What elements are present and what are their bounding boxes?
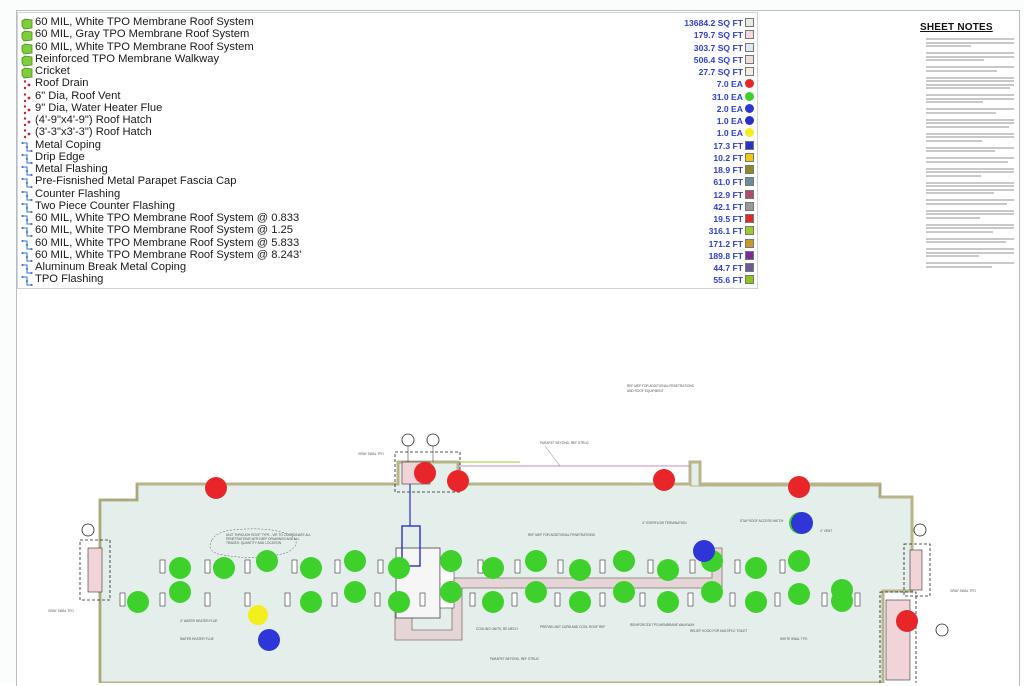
svg-text:GRAY SWAL TPO: GRAY SWAL TPO (48, 609, 74, 613)
roof-drain-marker[interactable] (653, 469, 675, 491)
water-heater-flue-marker[interactable] (258, 629, 280, 651)
roof-vent-marker[interactable] (745, 591, 767, 613)
svg-text:GRAY SWAL TPO: GRAY SWAL TPO (358, 452, 384, 456)
roof-vent-marker[interactable] (127, 591, 149, 613)
equipment-curb[interactable] (244, 559, 251, 574)
roof-vent-marker[interactable] (388, 557, 410, 579)
roof-vent-marker[interactable] (613, 581, 635, 603)
roof-vent-marker[interactable] (300, 557, 322, 579)
equipment-curb[interactable] (514, 559, 521, 574)
roof-drain-marker[interactable] (205, 477, 227, 499)
equipment-curb[interactable] (419, 592, 426, 607)
svg-text:RELIEF HOOD FOR MULTIPLE TOILE: RELIEF HOOD FOR MULTIPLE TOILET (690, 629, 747, 633)
roof-drain-marker[interactable] (896, 610, 918, 632)
equipment-curb[interactable] (687, 592, 694, 607)
roof-vent-marker[interactable] (482, 557, 504, 579)
equipment-curb[interactable] (821, 592, 828, 607)
equipment-curb[interactable] (331, 592, 338, 607)
equipment-curb[interactable] (377, 559, 384, 574)
roof-vent-marker[interactable] (344, 581, 366, 603)
svg-text:REINFORCED TPO MEMBRANE WALKWA: REINFORCED TPO MEMBRANE WALKWAY (630, 623, 695, 627)
equipment-curb[interactable] (159, 592, 166, 607)
roof-vent-marker[interactable] (788, 550, 810, 572)
equipment-curb[interactable] (774, 592, 781, 607)
equipment-curb[interactable] (854, 592, 861, 607)
roof-vent-marker[interactable] (344, 550, 366, 572)
roof-vent-marker[interactable] (657, 559, 679, 581)
roof-vent-marker[interactable] (256, 550, 278, 572)
roof-vent-marker[interactable] (213, 557, 235, 579)
roof-vent-marker[interactable] (300, 591, 322, 613)
gray-tpo-area[interactable] (87, 547, 103, 593)
svg-text:STAY ROOF ACCESS HATCH: STAY ROOF ACCESS HATCH (740, 519, 784, 523)
equipment-curb[interactable] (599, 559, 606, 574)
equipment-curb[interactable] (639, 592, 646, 607)
svg-text:REF MEP FOR ADDITIONAL PENETRA: REF MEP FOR ADDITIONAL PENETRATIONS (627, 384, 694, 388)
roof-hatch-marker[interactable] (248, 605, 268, 625)
roof-drain-marker[interactable] (447, 470, 469, 492)
equipment-curb[interactable] (374, 592, 381, 607)
svg-text:4" VENT: 4" VENT (820, 529, 832, 533)
roof-vent-marker[interactable] (169, 557, 191, 579)
svg-text:AND ROOF EQUIPMENT: AND ROOF EQUIPMENT (627, 389, 664, 393)
svg-text:WHITE SWAL TPO: WHITE SWAL TPO (780, 637, 808, 641)
svg-text:REF MEP FOR ADDITIONAL PENETRA: REF MEP FOR ADDITIONAL PENETRATIONS (528, 533, 595, 537)
equipment-curb[interactable] (557, 559, 564, 574)
gray-tpo-area[interactable] (909, 549, 923, 591)
roof-drain-marker[interactable] (788, 476, 810, 498)
roof-vent-marker[interactable] (169, 581, 191, 603)
drawing-canvas[interactable]: 60 MIL, White TPO Membrane Roof System 13… (0, 0, 1024, 686)
roof-vent-marker[interactable] (613, 550, 635, 572)
svg-text:GRAY SWAL TPO: GRAY SWAL TPO (950, 589, 976, 593)
equipment-curb[interactable] (291, 559, 298, 574)
roof-vent-marker[interactable] (657, 591, 679, 613)
svg-text:TRADES; QUANTITY AND LOCATION: TRADES; QUANTITY AND LOCATION (226, 541, 282, 545)
svg-text:PREFAB UNIT CURB AND COOL ROOF: PREFAB UNIT CURB AND COOL ROOF REF (540, 625, 605, 629)
svg-text:COOLING UNITS, RE MECH: COOLING UNITS, RE MECH (476, 627, 518, 631)
roof-drain-marker[interactable] (414, 462, 436, 484)
svg-text:PARAPET BEYOND, REF STRUC: PARAPET BEYOND, REF STRUC (540, 441, 590, 445)
roof-vent-marker[interactable] (745, 557, 767, 579)
equipment-curb[interactable] (469, 592, 476, 607)
roof-vent-marker[interactable] (525, 581, 547, 603)
equipment-curb[interactable] (244, 592, 251, 607)
roof-vent-marker[interactable] (788, 583, 810, 605)
svg-text:4" OVERFLOW TERMINATION: 4" OVERFLOW TERMINATION (642, 521, 687, 525)
equipment-curb[interactable] (647, 559, 654, 574)
roof-vent-marker[interactable] (569, 559, 591, 581)
svg-text:WATER HEATER FLUE: WATER HEATER FLUE (180, 637, 214, 641)
svg-text:4" WATER HEATER FLUE: 4" WATER HEATER FLUE (180, 619, 218, 623)
equipment-curb[interactable] (689, 559, 696, 574)
equipment-curb[interactable] (119, 592, 126, 607)
equipment-curb[interactable] (554, 592, 561, 607)
roof-vent-marker[interactable] (701, 581, 723, 603)
roof-vent-marker[interactable] (440, 550, 462, 572)
roof-vent-marker[interactable] (440, 581, 462, 603)
roof-vent-marker[interactable] (831, 579, 853, 601)
equipment-curb[interactable] (779, 559, 786, 574)
roof-plan-drawing[interactable]: REF MEP FOR ADDITIONAL PENETRATIONS AND … (0, 0, 1024, 683)
equipment-curb[interactable] (334, 559, 341, 574)
equipment-curb[interactable] (204, 559, 211, 574)
svg-text:PARAPET BEYOND, REF STRUC: PARAPET BEYOND, REF STRUC (490, 657, 540, 661)
equipment-curb[interactable] (511, 592, 518, 607)
water-heater-flue-marker[interactable] (693, 540, 715, 562)
equipment-curb[interactable] (204, 592, 211, 607)
water-heater-flue-marker[interactable] (791, 512, 813, 534)
equipment-curb[interactable] (599, 592, 606, 607)
equipment-curb[interactable] (159, 559, 166, 574)
roof-vent-marker[interactable] (569, 591, 591, 613)
equipment-curb[interactable] (734, 559, 741, 574)
equipment-curb[interactable] (729, 592, 736, 607)
roof-vent-marker[interactable] (388, 591, 410, 613)
roof-vent-marker[interactable] (525, 550, 547, 572)
equipment-curb[interactable] (284, 592, 291, 607)
roof-vent-marker[interactable] (482, 591, 504, 613)
